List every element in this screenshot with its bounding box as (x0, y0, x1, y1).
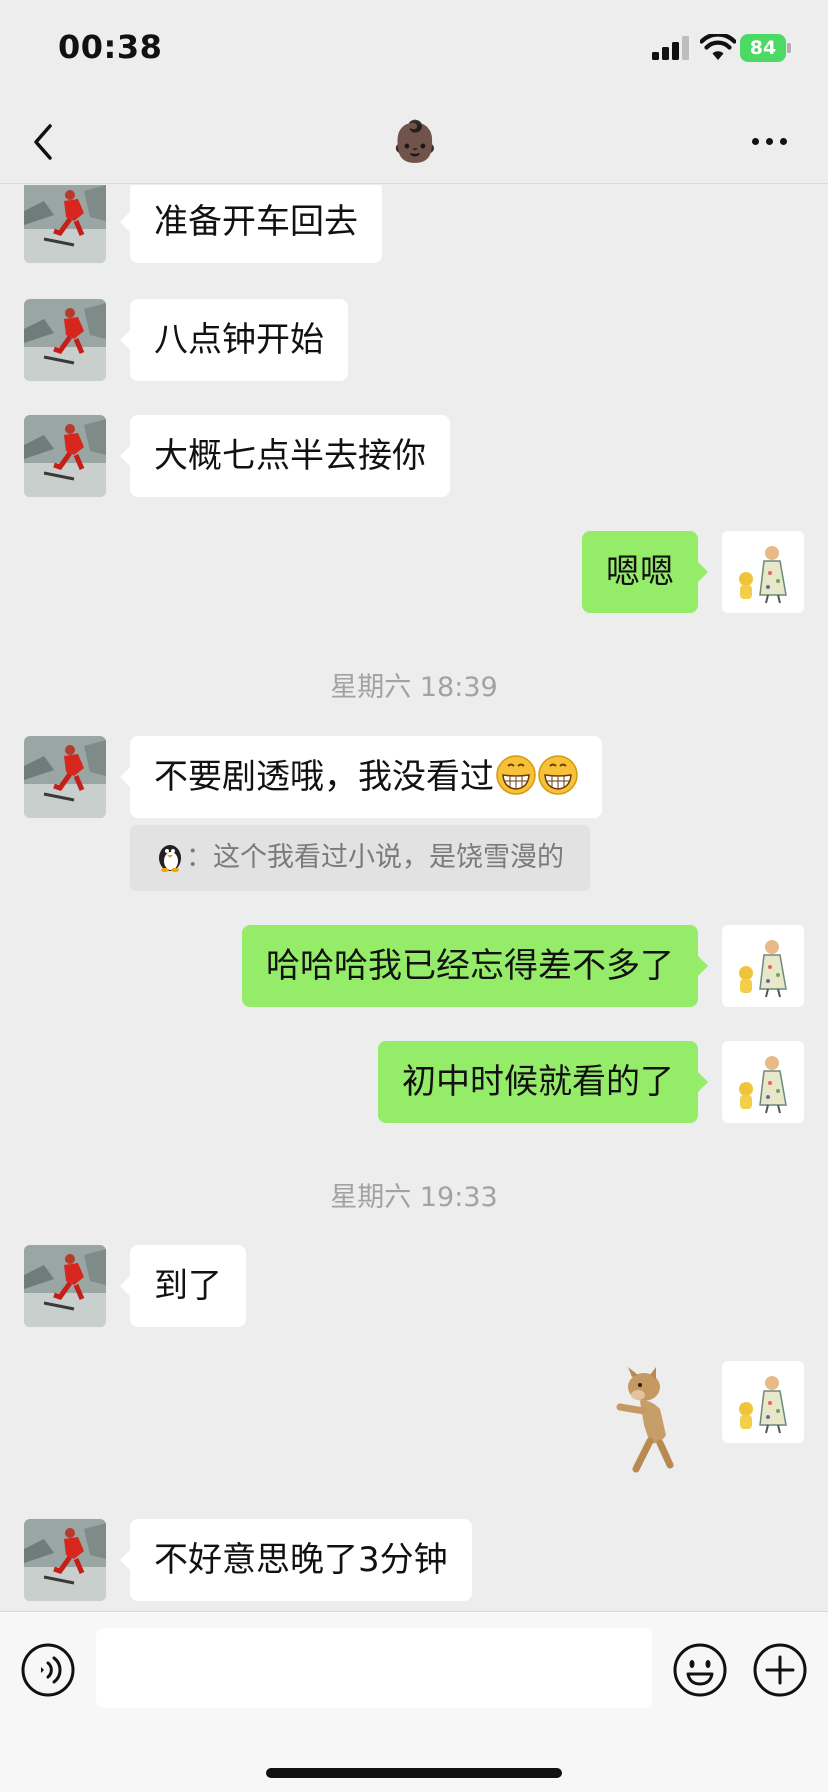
battery-level: 84 (749, 37, 777, 59)
message-bubble[interactable]: 不好意思晚了3分钟 (120, 1519, 472, 1601)
grin-emoji-icon (496, 755, 536, 795)
more-options-icon[interactable] (750, 136, 790, 148)
emoji-icon[interactable] (672, 1642, 728, 1698)
contact-avatar[interactable] (24, 1519, 106, 1601)
signal-icon (652, 36, 690, 60)
grin-emoji-icon (538, 755, 578, 795)
back-icon[interactable] (26, 120, 62, 164)
quoted-text: ：这个我看过小说，是饶雪漫的 (186, 842, 564, 873)
contact-avatar[interactable] (24, 185, 106, 263)
message-text: 不要剧透哦，我没看过 (154, 757, 494, 797)
battery-icon: 84 (740, 34, 791, 62)
message-bubble[interactable]: 大概七点半去接你 (120, 415, 450, 497)
contact-avatar[interactable] (24, 299, 106, 381)
home-indicator[interactable] (266, 1768, 562, 1778)
message-bubble[interactable]: 嗯嗯 (582, 531, 708, 613)
message-bubble[interactable]: 不要剧透哦，我没看过 (120, 736, 602, 818)
message-bubble[interactable]: 初中时候就看的了 (378, 1041, 708, 1123)
message-input[interactable] (96, 1628, 652, 1708)
message-bubble[interactable]: 准备开车回去 (120, 185, 382, 263)
timestamp: 星期六 19:33 (330, 1182, 498, 1213)
chat-area[interactable]: 准备开车回去 八点钟开始 大概七点半去接你 嗯嗯 星期六 18:39 不要剧透哦… (0, 185, 828, 1611)
contact-avatar[interactable] (24, 736, 106, 818)
my-avatar[interactable] (722, 1041, 804, 1123)
penguin-icon (159, 845, 181, 872)
dancing-dog-sticker[interactable] (610, 1365, 694, 1475)
chat-title-emoji[interactable]: 👶🏿 (390, 118, 440, 166)
nav-bar: 👶🏿 (0, 100, 828, 184)
message-bubble[interactable]: 八点钟开始 (120, 299, 348, 381)
contact-avatar[interactable] (24, 415, 106, 497)
my-avatar[interactable] (722, 1361, 804, 1443)
wifi-icon (700, 34, 736, 60)
voice-input-icon[interactable] (20, 1642, 76, 1698)
contact-avatar[interactable] (24, 1245, 106, 1327)
plus-icon[interactable] (752, 1642, 808, 1698)
message-bubble[interactable]: 到了 (120, 1245, 246, 1327)
status-time: 00:38 (58, 28, 163, 66)
message-bubble[interactable]: 哈哈哈我已经忘得差不多了 (242, 925, 708, 1007)
quoted-message[interactable]: ：这个我看过小说，是饶雪漫的 (130, 825, 590, 891)
my-avatar[interactable] (722, 531, 804, 613)
input-bar (0, 1611, 828, 1792)
status-bar: 00:38 84 (0, 0, 828, 100)
timestamp: 星期六 18:39 (330, 672, 498, 703)
my-avatar[interactable] (722, 925, 804, 1007)
